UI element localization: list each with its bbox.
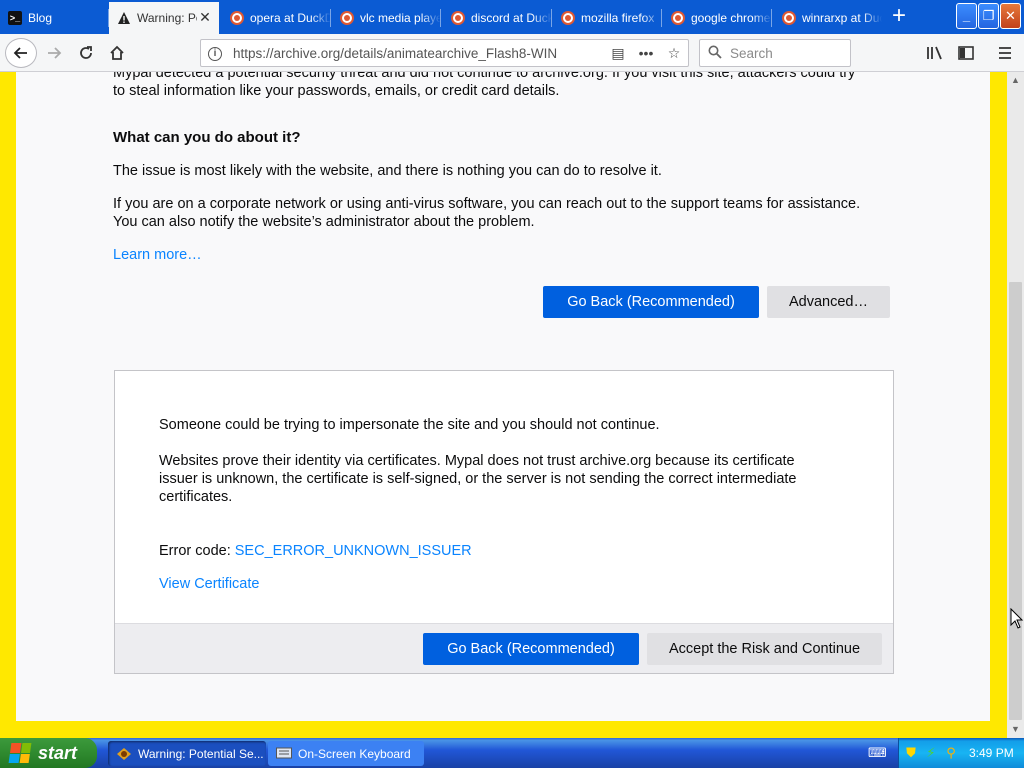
tab-vlc[interactable]: vlc media player <box>332 2 441 33</box>
intro-text-line1: Mypal detected a potential security thre… <box>113 72 856 81</box>
bookmark-star-icon[interactable]: ☆ <box>660 45 688 62</box>
network-icon[interactable]: ⚡ <box>923 745 939 761</box>
url-text[interactable]: https://archive.org/details/animatearchi… <box>229 46 604 61</box>
reload-icon <box>80 46 92 59</box>
reader-view-icon[interactable]: ▤ <box>604 45 632 62</box>
windows-logo-icon <box>8 743 32 763</box>
taskbar-item-browser[interactable]: Warning: Potential Se... <box>108 741 266 766</box>
start-button[interactable]: start <box>0 738 97 768</box>
taskbar-item-label: Warning: Potential Se... <box>138 746 264 761</box>
browser-icon <box>116 747 132 761</box>
mouse-cursor-icon <box>1010 608 1024 629</box>
search-box[interactable] <box>699 39 851 67</box>
home-icon <box>110 45 124 60</box>
tab-mozilla-firefox[interactable]: mozilla firefox <box>553 2 662 33</box>
tab-google-chrome[interactable]: google chrome <box>663 2 772 33</box>
library-button[interactable] <box>921 39 949 67</box>
certificate-explanation-line2: issuer is unknown, the certificate is se… <box>159 471 797 487</box>
close-window-button[interactable]: ✕ <box>1000 3 1021 29</box>
error-code-row: Error code: SEC_ERROR_UNKNOWN_ISSUER <box>159 542 472 560</box>
intro-text-line2: to steal information like your passwords… <box>113 83 560 99</box>
duckduckgo-icon <box>340 10 354 25</box>
page-actions-icon[interactable]: ••• <box>632 45 660 61</box>
system-tray: ⛊ ⚡ ⚲ 3:49 PM <box>898 738 1024 768</box>
scroll-up-icon[interactable]: ▲ <box>1007 72 1024 89</box>
close-tab-icon[interactable]: ✕ <box>197 10 213 26</box>
keyboard-icon <box>276 747 292 761</box>
search-tray-icon[interactable]: ⚲ <box>943 745 959 761</box>
minimize-button[interactable]: _ <box>956 3 977 29</box>
maximize-button[interactable]: ❐ <box>978 3 999 29</box>
site-info-icon[interactable]: i <box>201 45 229 61</box>
go-back-button[interactable]: Go Back (Recommended) <box>543 286 759 318</box>
taskbar: start Warning: Potential Se... On-Screen… <box>0 738 1024 768</box>
tab-blog[interactable]: >_ Blog <box>0 2 109 33</box>
sidebar-button[interactable] <box>952 39 980 67</box>
certificate-explanation-line3: certificates. <box>159 489 233 505</box>
tab-opera[interactable]: opera at DuckDuckGo <box>222 2 331 33</box>
advanced-details-panel: Someone could be trying to impersonate t… <box>114 370 894 674</box>
error-code-label: Error code: <box>159 543 231 559</box>
certificate-explanation-line1: Websites prove their identity via certif… <box>159 453 795 469</box>
search-icon <box>708 45 722 62</box>
support-paragraph-line2: You can also notify the website’s admini… <box>113 214 535 230</box>
back-arrow-icon <box>13 47 27 59</box>
back-button[interactable] <box>5 38 37 68</box>
home-button[interactable] <box>103 39 131 67</box>
sidebar-icon <box>958 46 974 60</box>
tab-warning[interactable]: Warning: Potential Security Risk Ahead ✕ <box>109 2 219 34</box>
error-code-link[interactable]: SEC_ERROR_UNKNOWN_ISSUER <box>235 543 472 559</box>
search-input[interactable] <box>730 45 840 61</box>
explanation-paragraph: The issue is most likely with the websit… <box>113 163 662 179</box>
tab-winrarxp[interactable]: winrarxp at DuckDuckGo <box>774 2 882 33</box>
vertical-scrollbar[interactable]: ▲ ▼ <box>1007 72 1024 738</box>
scrollbar-thumb[interactable] <box>1009 282 1022 720</box>
scroll-down-icon[interactable]: ▼ <box>1007 721 1024 738</box>
impersonation-warning: Someone could be trying to impersonate t… <box>159 417 660 433</box>
navigation-toolbar: i https://archive.org/details/animatearc… <box>0 34 1024 72</box>
tab-strip: >_ Blog Warning: Potential Security Risk… <box>0 0 1024 34</box>
advanced-button[interactable]: Advanced… <box>767 286 890 318</box>
learn-more-link[interactable]: Learn more… <box>113 246 202 264</box>
duckduckgo-icon <box>230 10 244 25</box>
error-page: Mypal detected a potential security thre… <box>16 72 990 721</box>
details-footer: Go Back (Recommended) Accept the Risk an… <box>115 623 893 673</box>
clock: 3:49 PM <box>969 746 1014 760</box>
duckduckgo-icon <box>451 10 465 25</box>
duckduckgo-icon <box>782 10 796 25</box>
blog-favicon-icon: >_ <box>8 10 22 25</box>
duckduckgo-icon <box>671 10 685 25</box>
what-can-you-do-heading: What can you do about it? <box>113 129 301 146</box>
support-paragraph-line1: If you are on a corporate network or usi… <box>113 196 861 212</box>
url-bar[interactable]: i https://archive.org/details/animatearc… <box>200 39 689 67</box>
details-go-back-button[interactable]: Go Back (Recommended) <box>423 633 639 665</box>
hamburger-menu-icon <box>999 47 1011 59</box>
forward-button[interactable] <box>40 39 68 67</box>
view-certificate-link[interactable]: View Certificate <box>159 575 259 593</box>
new-tab-button[interactable]: + <box>886 4 912 30</box>
start-label: start <box>38 742 78 763</box>
warning-icon <box>117 11 131 25</box>
reload-button[interactable] <box>72 39 100 67</box>
tab-title: Blog <box>28 10 53 25</box>
taskbar-item-label: On-Screen Keyboard <box>298 746 411 761</box>
tab-title: Warning: Potential Security Risk Ahead <box>137 11 197 25</box>
language-bar-keyboard-icon[interactable]: ⌨ <box>868 745 887 760</box>
security-shield-icon[interactable]: ⛊ <box>903 745 919 761</box>
duckduckgo-icon <box>561 10 575 25</box>
forward-arrow-icon <box>48 47 62 59</box>
library-icon <box>927 46 942 60</box>
taskbar-item-on-screen-keyboard[interactable]: On-Screen Keyboard <box>268 741 424 766</box>
menu-button[interactable] <box>991 39 1019 67</box>
accept-risk-button[interactable]: Accept the Risk and Continue <box>647 633 882 665</box>
tab-discord[interactable]: discord at DuckDuckGo <box>443 2 552 33</box>
